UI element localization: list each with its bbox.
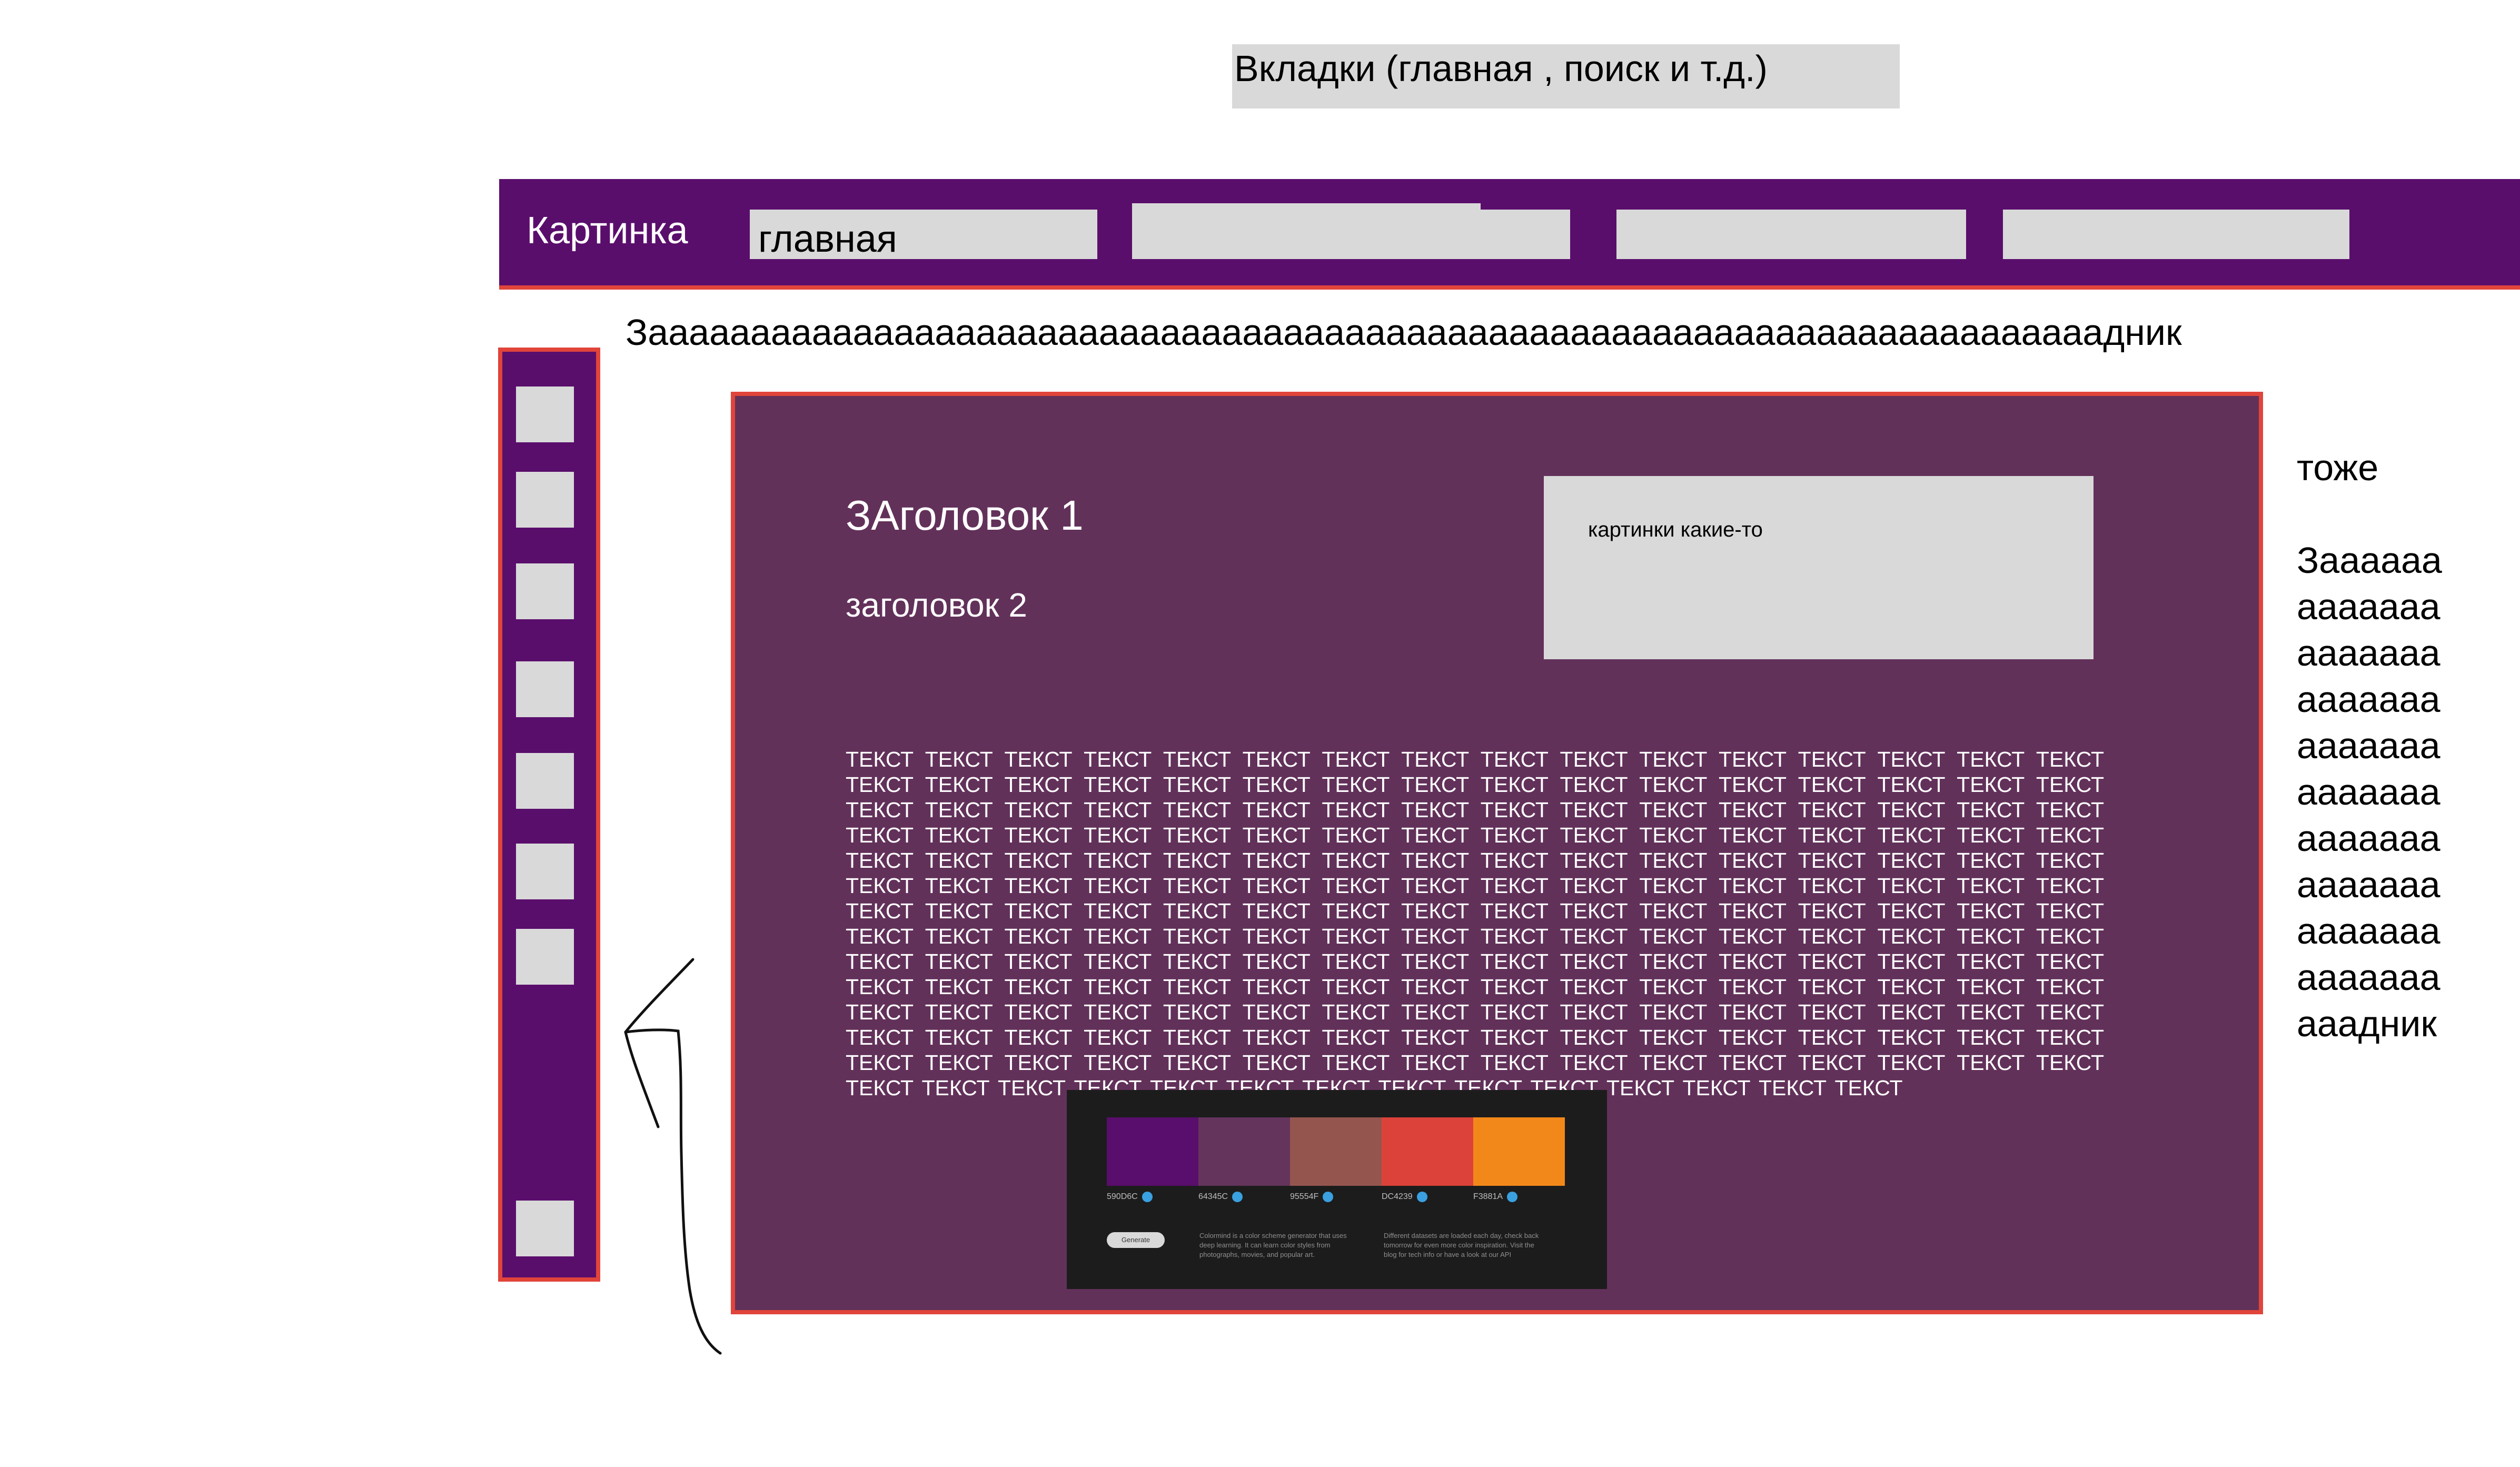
swatch-1[interactable]: [1107, 1117, 1198, 1186]
lock-icon[interactable]: [1232, 1191, 1243, 1202]
swatch-hex-4: DC4239: [1382, 1191, 1427, 1203]
tab-2[interactable]: [1132, 210, 1570, 259]
sidebar-button-2[interactable]: [516, 472, 574, 528]
sidebar-button-8[interactable]: [516, 1201, 574, 1256]
images-label: картинки какие-то: [1588, 518, 1763, 541]
tab-3[interactable]: [1616, 210, 1966, 259]
swatch-4[interactable]: [1382, 1117, 1473, 1186]
side-note-title: тоже: [2297, 447, 2379, 488]
sidebar-button-3[interactable]: [516, 563, 574, 619]
body-text: ТЕКСТ ТЕКСТ ТЕКСТ ТЕКСТ ТЕКСТ ТЕКСТ ТЕКС…: [846, 747, 2104, 1100]
heading-1: ЗАголовок 1: [846, 492, 1084, 539]
generate-button[interactable]: Generate: [1107, 1232, 1165, 1248]
swatch-hex-3: 95554F: [1290, 1191, 1334, 1203]
tab-4[interactable]: [2003, 210, 2349, 259]
swatch-hex-1: 590D6C: [1107, 1191, 1153, 1203]
swatch-hex-label: DC4239: [1382, 1192, 1413, 1201]
tab-home[interactable]: главная: [750, 210, 1097, 260]
heading-2: заголовок 2: [846, 586, 1027, 624]
sidebar-button-7[interactable]: [516, 929, 574, 985]
lock-icon[interactable]: [1416, 1191, 1427, 1202]
logo-placeholder[interactable]: Картинка: [527, 204, 688, 257]
swatch-hex-label: 64345C: [1198, 1192, 1228, 1201]
side-note: тоже Заааааааааааааааааааааааааааааааааа…: [2297, 444, 2455, 1047]
swatch-hex-2: 64345C: [1198, 1191, 1243, 1203]
hand-drawn-arrow-icon: [624, 958, 722, 1355]
swatch-hex-label: F3881A: [1473, 1192, 1503, 1201]
sidebar-button-4[interactable]: [516, 661, 574, 717]
swatch-3[interactable]: [1290, 1117, 1382, 1186]
swatch-2[interactable]: [1198, 1117, 1290, 1186]
swatch-hex-5: F3881A: [1473, 1191, 1518, 1203]
lock-icon[interactable]: [1507, 1191, 1518, 1202]
side-note-text: Зааааааааааааааааааааааааааааааааааааааа…: [2297, 540, 2442, 1044]
lock-icon[interactable]: [1323, 1191, 1334, 1202]
lock-icon[interactable]: [1142, 1191, 1153, 1202]
palette-description: Colormind is a color scheme generator th…: [1199, 1232, 1347, 1258]
images-placeholder: [1544, 476, 2094, 659]
sidebar-button-1[interactable]: [516, 386, 574, 442]
sidebar-button-6[interactable]: [516, 844, 574, 899]
page-header: Зааааааааааааааааааааааааааааааааааааааа…: [626, 312, 2182, 353]
palette-info: Different datasets are loaded each day, …: [1384, 1232, 1539, 1258]
swatch-hex-label: 95554F: [1290, 1192, 1319, 1201]
swatch-hex-label: 590D6C: [1107, 1192, 1138, 1201]
sidebar-button-5[interactable]: [516, 753, 574, 809]
tabs-note: Вкладки (главная , поиск и т.д.): [1232, 44, 1900, 108]
swatch-5[interactable]: [1473, 1117, 1565, 1186]
